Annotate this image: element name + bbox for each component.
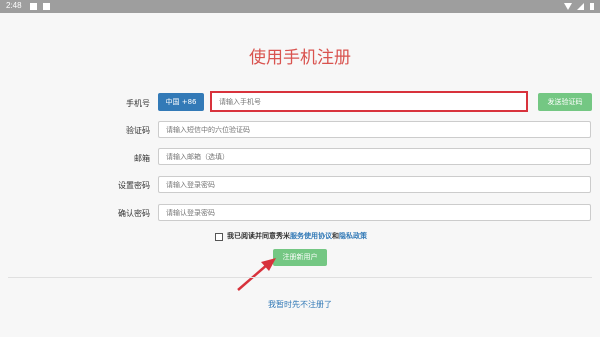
agreement-text: 我已阅读并同意秀米	[227, 232, 290, 240]
confirm-password-input[interactable]	[158, 204, 591, 221]
divider	[8, 277, 592, 278]
page-title: 使用手机注册	[249, 48, 351, 68]
status-time: 2:48	[6, 1, 22, 10]
wifi-icon	[563, 3, 572, 10]
image-icon	[30, 3, 37, 10]
signal-icon	[577, 3, 585, 10]
skip-registration-link[interactable]: 我暂时先不注册了	[0, 299, 600, 310]
email-label: 邮箱	[134, 154, 150, 163]
status-bar: 2:48	[0, 0, 600, 13]
status-left-icons	[30, 3, 53, 12]
phone-label: 手机号	[126, 99, 150, 108]
status-right-icons	[563, 3, 594, 12]
country-code-button[interactable]: 中国 +86	[158, 93, 204, 111]
notification-icon	[42, 3, 50, 10]
privacy-link[interactable]: 隐私政策	[339, 232, 367, 240]
password-input[interactable]	[158, 176, 591, 193]
annotation-arrow-icon	[237, 258, 276, 291]
phone-input[interactable]	[210, 91, 528, 112]
email-input[interactable]	[158, 148, 591, 165]
terms-link[interactable]: 服务使用协议	[290, 232, 332, 240]
agreement-row: 我已阅读并同意秀米服务使用协议和隐私政策	[215, 231, 367, 242]
confirm-password-label: 确认密码	[118, 209, 150, 218]
agreement-checkbox[interactable]	[215, 232, 223, 241]
verification-code-label: 验证码	[126, 126, 150, 135]
battery-icon	[590, 3, 594, 10]
send-code-button[interactable]: 发送验证码	[538, 93, 592, 111]
password-label: 设置密码	[118, 181, 150, 190]
agreement-and: 和	[332, 232, 339, 240]
verification-code-input[interactable]	[158, 121, 591, 138]
